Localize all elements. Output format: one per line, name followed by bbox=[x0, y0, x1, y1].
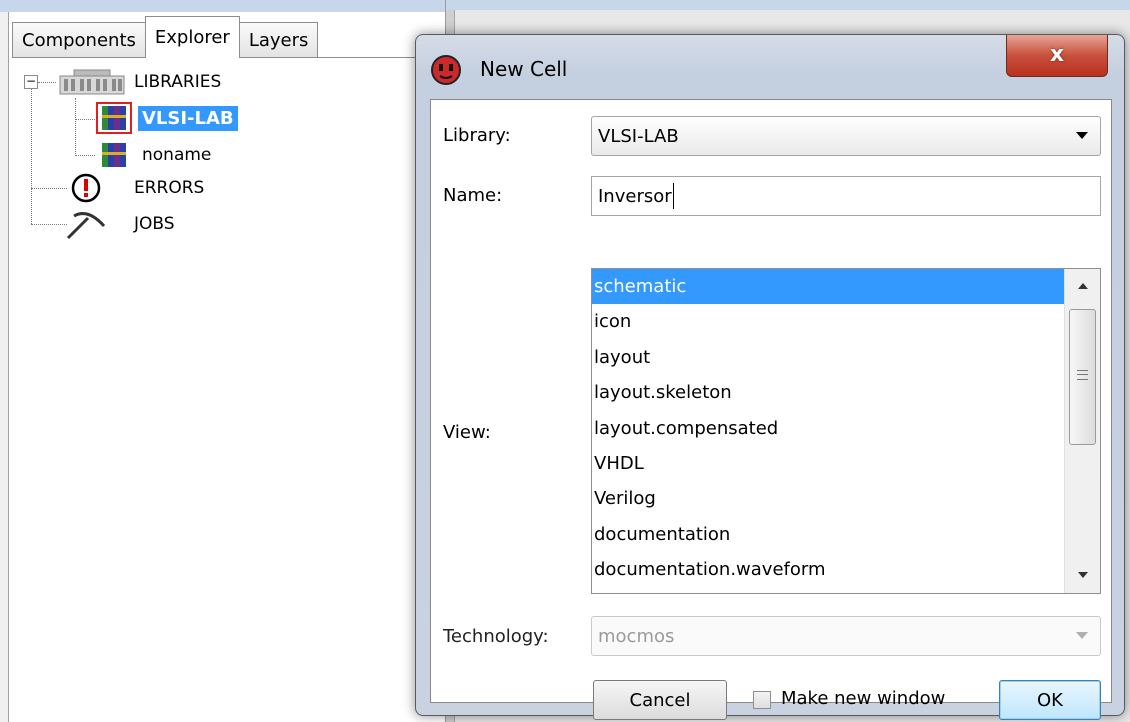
explorer-panel: Components Explorer Layers − LIBRARIES V… bbox=[0, 0, 446, 722]
close-button[interactable]: x bbox=[1006, 35, 1108, 77]
make-new-window-label[interactable]: Make new window bbox=[781, 688, 945, 709]
library-book-icon bbox=[102, 143, 126, 167]
tree-line bbox=[75, 155, 95, 156]
chevron-down-icon bbox=[1076, 132, 1088, 139]
tree-line bbox=[31, 224, 67, 225]
library-label: Library: bbox=[443, 125, 511, 146]
new-cell-dialog: New Cell x Library: VLSI-LAB Name: Inver… bbox=[415, 34, 1125, 720]
tree-node-noname[interactable]: noname bbox=[96, 139, 211, 171]
pickaxe-icon bbox=[66, 212, 106, 240]
tree-label: ERRORS bbox=[134, 178, 205, 198]
tree-line bbox=[75, 98, 76, 156]
text-caret bbox=[672, 183, 674, 209]
view-list-scrollbar[interactable] bbox=[1064, 269, 1100, 593]
dialog-title: New Cell bbox=[480, 57, 568, 81]
scrollbar-thumb[interactable] bbox=[1069, 309, 1096, 445]
tree-node-errors[interactable]: ERRORS bbox=[70, 172, 204, 204]
tree-label: noname bbox=[142, 145, 212, 165]
technology-select: mocmos bbox=[591, 616, 1101, 656]
panel-edge bbox=[0, 12, 9, 722]
view-item-layout[interactable]: layout bbox=[592, 340, 1064, 375]
tree-label: VLSI-LAB bbox=[138, 105, 238, 131]
view-list-items: schematic icon layout layout.skeleton la… bbox=[592, 269, 1064, 588]
view-item-vhdl[interactable]: VHDL bbox=[592, 446, 1064, 481]
name-input[interactable]: Inversor bbox=[591, 176, 1101, 216]
name-label: Name: bbox=[443, 185, 503, 206]
libraries-icon bbox=[59, 69, 125, 95]
tree-node-vlsi-lab[interactable]: VLSI-LAB bbox=[96, 102, 238, 134]
tree-node-jobs[interactable]: JOBS bbox=[64, 208, 175, 240]
tree-line bbox=[38, 82, 56, 83]
tree-label: JOBS bbox=[134, 214, 175, 234]
tree-label: LIBRARIES bbox=[134, 72, 222, 92]
view-list[interactable]: schematic icon layout layout.skeleton la… bbox=[591, 268, 1101, 594]
tab-explorer[interactable]: Explorer bbox=[144, 16, 240, 58]
technology-value: mocmos bbox=[598, 625, 675, 647]
tree-line bbox=[31, 89, 32, 224]
library-book-icon bbox=[96, 102, 132, 134]
view-item-documentation[interactable]: documentation bbox=[592, 517, 1064, 552]
chevron-down-icon bbox=[1076, 632, 1088, 639]
scroll-up-arrow-icon[interactable] bbox=[1065, 269, 1100, 305]
view-item-schematic[interactable]: schematic bbox=[592, 269, 1064, 305]
make-new-window-checkbox[interactable] bbox=[753, 691, 771, 709]
name-value: Inversor bbox=[598, 185, 672, 207]
technology-label: Technology: bbox=[443, 626, 549, 647]
electric-app-icon bbox=[431, 55, 461, 85]
view-item-verilog[interactable]: Verilog bbox=[592, 481, 1064, 516]
error-icon bbox=[71, 173, 101, 203]
view-item-layout-skeleton[interactable]: layout.skeleton bbox=[592, 375, 1064, 410]
dialog-content: Library: VLSI-LAB Name: Inversor View: s… bbox=[430, 99, 1112, 720]
view-label: View: bbox=[443, 422, 491, 443]
ok-button[interactable]: OK bbox=[999, 680, 1101, 720]
collapse-toggle[interactable]: − bbox=[24, 75, 38, 89]
grip-icon bbox=[1077, 370, 1088, 380]
explorer-tabs: Components Explorer Layers bbox=[12, 16, 319, 58]
view-item-documentation-waveform[interactable]: documentation.waveform bbox=[592, 552, 1064, 587]
view-item-layout-compensated[interactable]: layout.compensated bbox=[592, 411, 1064, 446]
tab-components[interactable]: Components bbox=[12, 22, 146, 58]
scroll-down-arrow-icon[interactable] bbox=[1065, 557, 1100, 593]
library-value: VLSI-LAB bbox=[598, 125, 679, 147]
library-select[interactable]: VLSI-LAB bbox=[591, 116, 1101, 156]
dialog-titlebar[interactable]: New Cell x bbox=[416, 35, 1124, 97]
tree-line bbox=[31, 188, 67, 189]
view-item-icon[interactable]: icon bbox=[592, 304, 1064, 339]
tree-node-libraries[interactable]: LIBRARIES bbox=[58, 66, 221, 98]
tab-layers[interactable]: Layers bbox=[238, 22, 319, 58]
tree-line bbox=[75, 119, 95, 120]
cancel-button[interactable]: Cancel bbox=[593, 680, 727, 720]
